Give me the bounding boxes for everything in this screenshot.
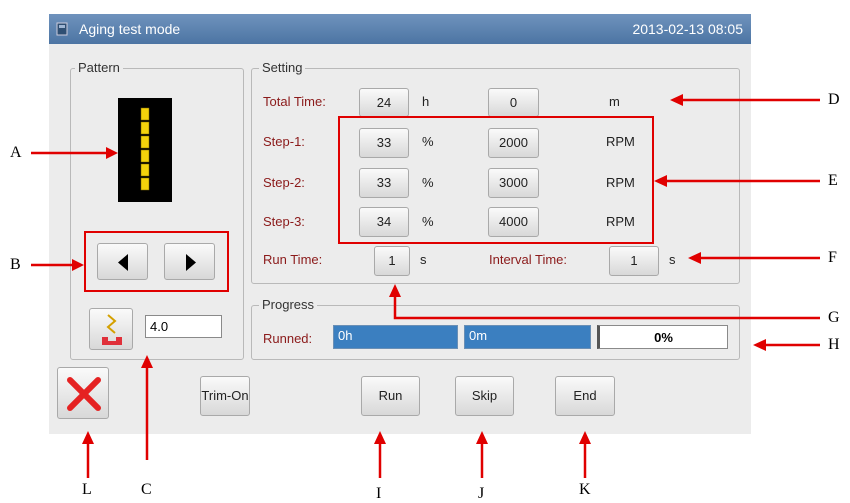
title-bar: Aging test mode 2013-02-13 08:05 [49,14,751,44]
callout-d: D [828,91,840,108]
pattern-preview-icon [118,98,172,202]
runned-minutes-field: 0m [464,325,591,349]
run-time-label: Run Time: [263,252,323,267]
close-button[interactable] [57,367,109,419]
callout-a: A [10,144,22,161]
callout-k: K [579,481,591,498]
hours-unit: h [422,94,430,109]
pattern-legend: Pattern [75,60,123,75]
step-1-label: Step-1: [263,134,305,149]
progress-percent-bar: 0% [597,325,728,349]
callout-box-b [84,231,229,292]
runned-minutes-value: 0m [469,328,488,343]
app-icon [56,22,68,36]
runned-hours-value: 0h [338,328,353,343]
run-time-unit: s [420,252,427,267]
run-time-button[interactable]: 1 [374,246,410,276]
interval-time-label: Interval Time: [489,252,568,267]
stitch-icon [102,314,122,345]
callout-h: H [828,336,840,353]
step-2-label: Step-2: [263,175,305,190]
datetime: 2013-02-13 08:05 [632,21,743,37]
stitch-length-field[interactable]: 4.0 [145,315,222,338]
callout-b: B [10,256,21,273]
progress-legend: Progress [259,297,318,312]
skip-button[interactable]: Skip [455,376,514,416]
end-button[interactable]: End [555,376,615,416]
total-time-label: Total Time: [263,94,326,109]
callout-c: C [141,481,152,498]
total-minutes-button[interactable]: 0 [488,88,539,117]
close-icon [67,377,101,411]
trim-on-button[interactable]: Trim-On [200,376,250,416]
runned-hours-field: 0h [333,325,458,349]
callout-e: E [828,172,838,189]
total-hours-button[interactable]: 24 [359,88,409,117]
callout-i: I [376,485,382,502]
callout-box-e [338,116,654,244]
callout-j: J [478,485,485,502]
stitch-length-value: 4.0 [150,319,169,334]
interval-time-unit: s [669,252,676,267]
runned-label: Runned: [263,331,313,346]
callout-g: G [828,309,840,326]
setting-legend: Setting [259,60,306,75]
window-title: Aging test mode [79,21,181,37]
callout-l: L [82,481,92,498]
stitch-length-button[interactable] [89,308,133,350]
run-button[interactable]: Run [361,376,420,416]
step-3-label: Step-3: [263,214,305,229]
minutes-unit: m [609,94,620,109]
interval-time-button[interactable]: 1 [609,246,659,276]
progress-percent-value: 0% [654,330,673,345]
callout-f: F [828,249,837,266]
